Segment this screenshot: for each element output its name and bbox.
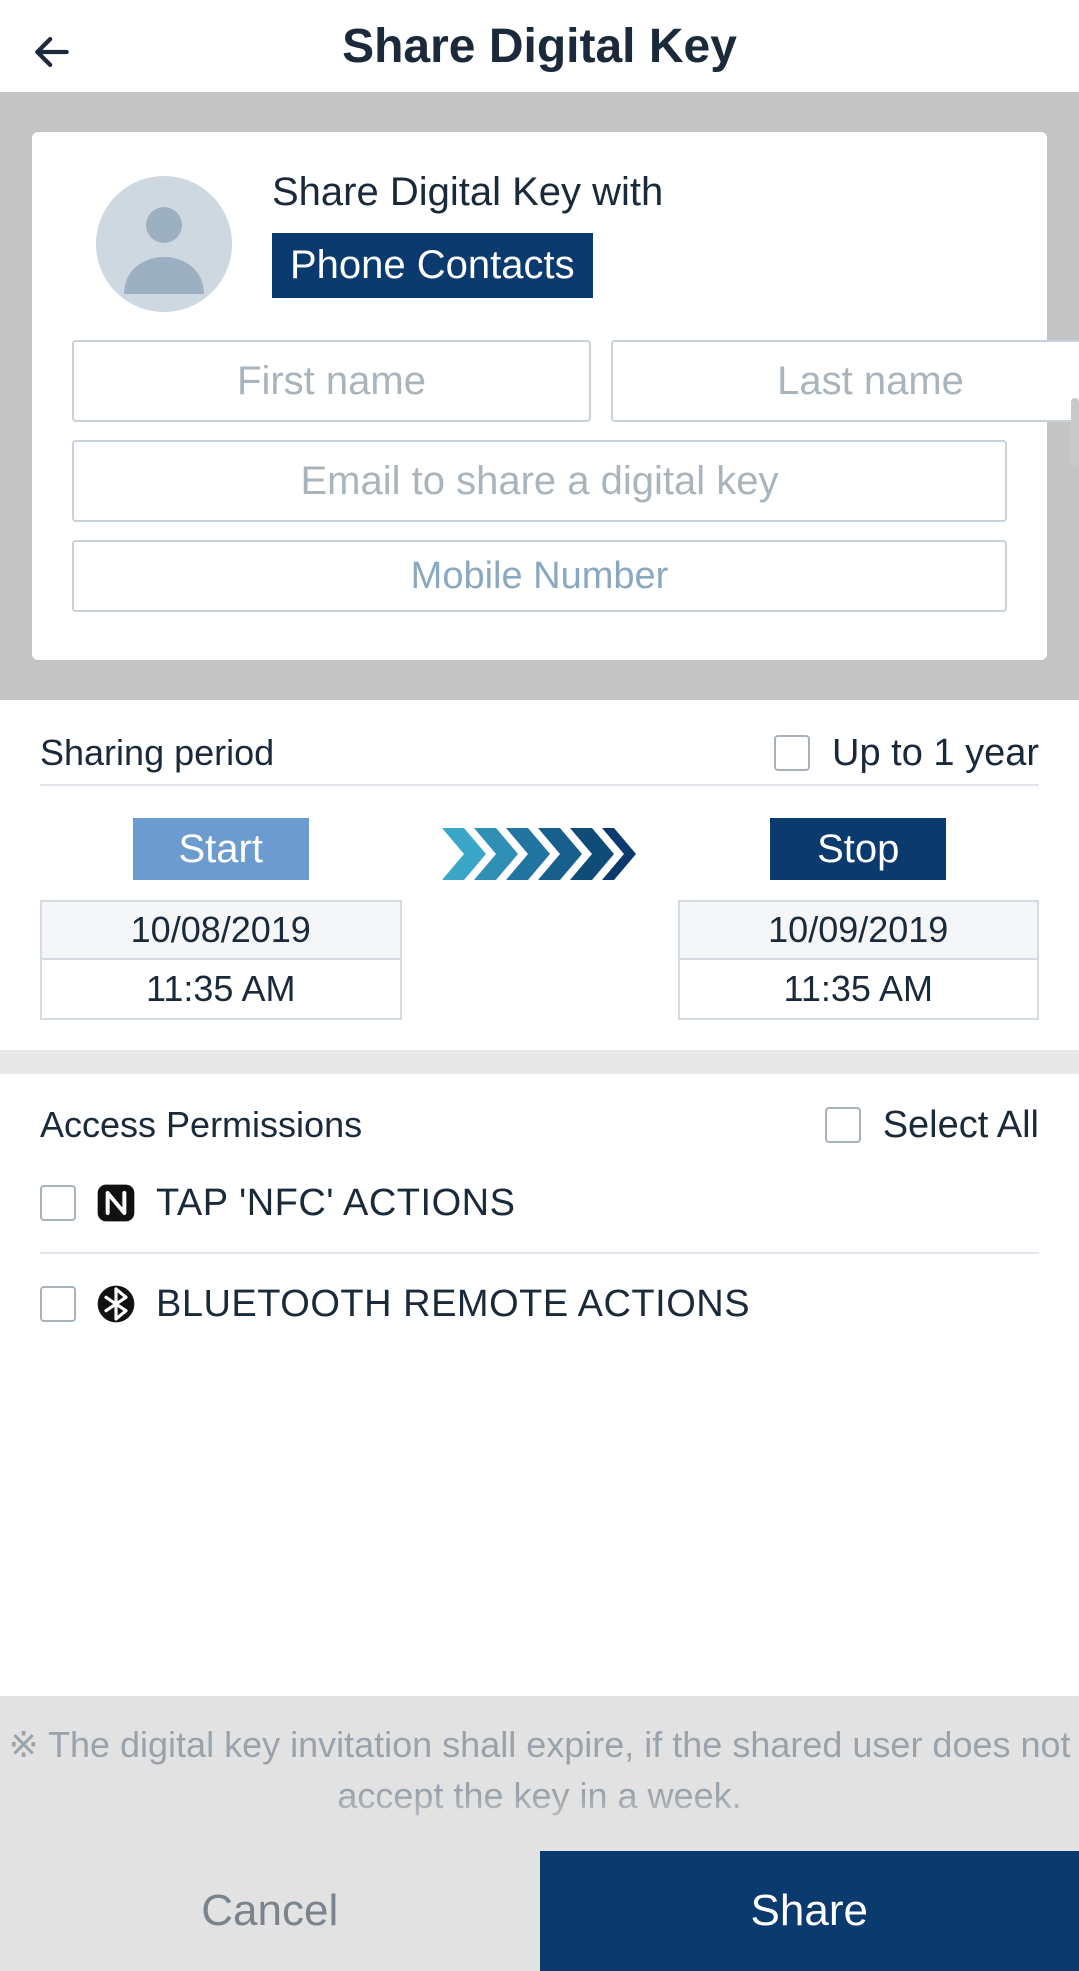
share-with-label: Share Digital Key with	[272, 170, 663, 215]
start-datetime-picker[interactable]: 10/08/2019 11:35 AM	[40, 900, 402, 1020]
phone-contacts-button[interactable]: Phone Contacts	[272, 233, 593, 298]
bluetooth-icon	[94, 1282, 138, 1326]
scrollbar-hint	[1071, 398, 1079, 466]
expiry-note: ※ The digital key invitation shall expir…	[0, 1696, 1079, 1851]
permission-nfc-label: TAP 'NFC' ACTIONS	[156, 1182, 515, 1225]
permission-bluetooth-checkbox[interactable]	[40, 1286, 76, 1322]
up-to-1-year-toggle[interactable]: Up to 1 year	[774, 732, 1039, 775]
stop-label: Stop	[770, 818, 946, 880]
stop-date[interactable]: 10/09/2019	[680, 902, 1038, 960]
start-time[interactable]: 11:35 AM	[42, 960, 400, 1018]
first-name-field[interactable]	[72, 340, 591, 422]
contact-section: Share Digital Key with Phone Contacts	[0, 92, 1079, 700]
up-to-1-year-label: Up to 1 year	[832, 732, 1039, 775]
permissions-title: Access Permissions	[40, 1104, 362, 1146]
sharing-period-title: Sharing period	[40, 732, 274, 774]
permission-item-nfc[interactable]: TAP 'NFC' ACTIONS	[40, 1154, 1039, 1254]
sharing-period-section: Sharing period Up to 1 year Start 10/08/…	[0, 700, 1079, 1050]
permission-item-bluetooth[interactable]: BLUETOOTH REMOTE ACTIONS	[40, 1254, 1039, 1354]
permission-bluetooth-label: BLUETOOTH REMOTE ACTIONS	[156, 1283, 750, 1326]
page-title: Share Digital Key	[0, 19, 1079, 74]
permissions-section: Access Permissions Select All TAP 'NFC' …	[0, 1074, 1079, 1364]
start-label: Start	[133, 818, 309, 880]
stop-column: Stop 10/09/2019 11:35 AM	[678, 818, 1040, 1020]
stop-time[interactable]: 11:35 AM	[680, 960, 1038, 1018]
back-icon[interactable]	[28, 28, 76, 76]
cancel-button[interactable]: Cancel	[0, 1851, 540, 1971]
header-bar: Share Digital Key	[0, 0, 1079, 92]
email-field[interactable]	[72, 440, 1007, 522]
nfc-icon	[94, 1181, 138, 1225]
footer-area: ※ The digital key invitation shall expir…	[0, 1696, 1079, 1971]
section-divider	[0, 1050, 1079, 1074]
start-column: Start 10/08/2019 11:35 AM	[40, 818, 402, 1020]
select-all-label: Select All	[883, 1104, 1039, 1147]
avatar-placeholder-icon	[96, 176, 232, 312]
permission-nfc-checkbox[interactable]	[40, 1185, 76, 1221]
start-date[interactable]: 10/08/2019	[42, 902, 400, 960]
contact-card: Share Digital Key with Phone Contacts	[32, 132, 1047, 660]
period-arrow-icon	[442, 818, 638, 880]
stop-datetime-picker[interactable]: 10/09/2019 11:35 AM	[678, 900, 1040, 1020]
select-all-checkbox[interactable]	[825, 1107, 861, 1143]
action-bar: Cancel Share	[0, 1851, 1079, 1971]
last-name-field[interactable]	[611, 340, 1079, 422]
up-to-1-year-checkbox[interactable]	[774, 735, 810, 771]
mobile-number-field[interactable]	[72, 540, 1007, 612]
share-button[interactable]: Share	[540, 1851, 1079, 1971]
select-all-toggle[interactable]: Select All	[825, 1104, 1039, 1147]
